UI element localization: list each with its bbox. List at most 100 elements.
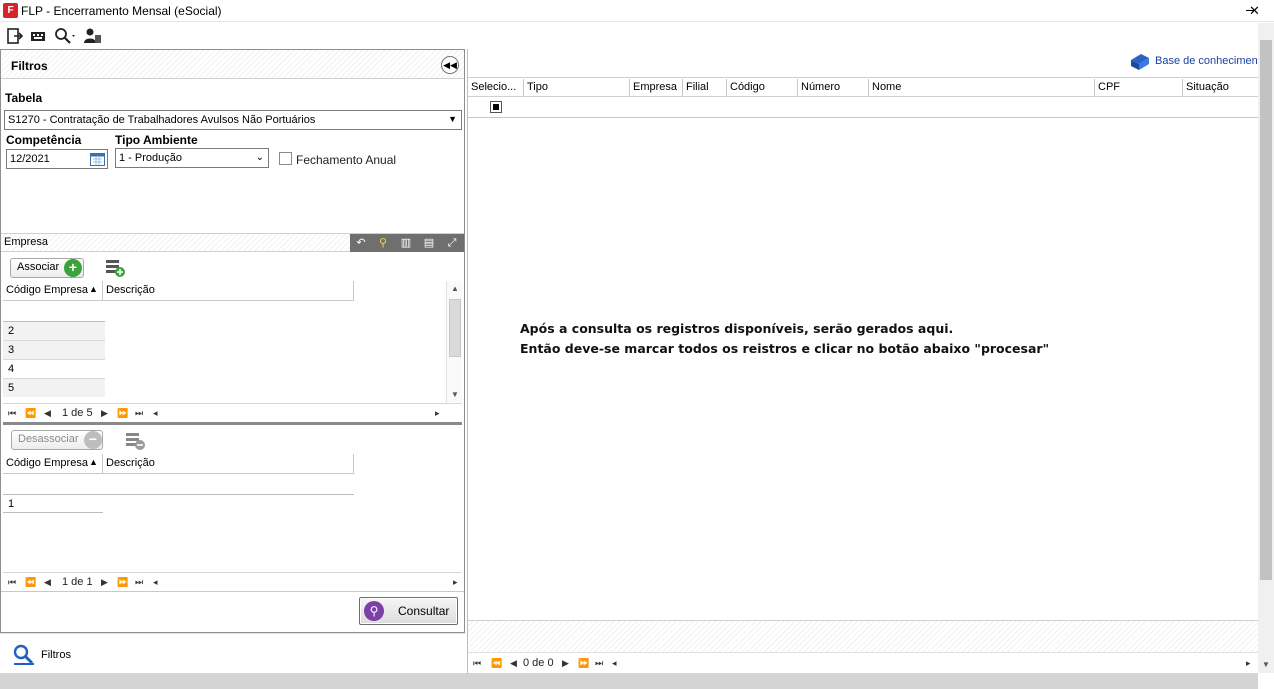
fechamento-anual-checkbox[interactable] <box>279 152 292 165</box>
knowledge-base-label: Base de conhecimento <box>1155 55 1267 67</box>
results-panel: Base de conhecimento Selecio... Tipo Emp… <box>467 49 1267 673</box>
user-settings-icon[interactable] <box>84 27 102 45</box>
columns-icon[interactable]: ▥ <box>398 236 414 250</box>
select-all-checkbox[interactable] <box>490 101 502 113</box>
search-dropdown-icon[interactable] <box>54 27 78 45</box>
scroll-left-icon[interactable]: ◂ <box>153 577 158 588</box>
sort-up-icon: ▲ <box>89 457 98 467</box>
collapse-panel-icon[interactable]: ◀◀ <box>441 56 459 74</box>
column-empresa[interactable]: Empresa <box>630 79 683 97</box>
table-row[interactable] <box>3 475 354 494</box>
prev-page-icon[interactable]: ◀ <box>44 408 51 419</box>
knowledge-base-link[interactable]: Base de conhecimento <box>1129 52 1267 74</box>
add-icon: + <box>64 259 82 277</box>
next-page-icon[interactable]: ▶ <box>101 577 108 588</box>
scroll-down-icon[interactable]: ▼ <box>451 390 459 399</box>
prev-page-icon[interactable]: ◀ <box>510 658 517 669</box>
prev-page-icon[interactable]: ◀ <box>44 577 51 588</box>
results-footer <box>468 620 1259 652</box>
table-icon[interactable]: ▤ <box>421 236 437 250</box>
competencia-field[interactable]: 12/2021 <box>6 149 108 169</box>
calendar-icon[interactable] <box>90 152 105 166</box>
info-message: Após a consulta os registros disponíveis… <box>520 319 1049 359</box>
table-row[interactable]: 5 <box>3 378 105 397</box>
divider <box>3 494 354 495</box>
column-descricao[interactable]: Descrição <box>103 454 354 474</box>
table-row[interactable] <box>3 302 105 321</box>
scroll-up-icon[interactable]: ▲ <box>451 284 459 293</box>
exit-icon[interactable] <box>6 27 24 45</box>
column-selecionar[interactable]: Selecio... <box>468 79 524 97</box>
undo-icon[interactable]: ↶ <box>353 236 369 250</box>
next-page-icon[interactable]: ▶ <box>101 408 108 419</box>
tabela-label: Tabela <box>5 91 43 105</box>
available-grid-body: 2 3 4 5 <box>3 302 105 398</box>
info-message-line-2: Então deve-se marcar todos os reistros e… <box>520 341 1050 356</box>
next-block-icon[interactable]: ⏩ <box>117 408 128 419</box>
scroll-thumb[interactable] <box>449 299 461 357</box>
page-indicator: 1 de 1 <box>62 576 93 588</box>
chevron-down-icon: ▼ <box>448 114 457 124</box>
column-cpf[interactable]: CPF <box>1095 79 1183 97</box>
add-list-icon[interactable] <box>105 258 127 278</box>
window-horizontal-scrollbar[interactable] <box>0 673 1258 689</box>
scroll-right-icon[interactable]: ▸ <box>453 577 458 588</box>
column-filial[interactable]: Filial <box>683 79 727 97</box>
search-icon[interactable]: ⚲ <box>375 236 391 250</box>
column-situacao[interactable]: Situação <box>1183 79 1259 97</box>
next-block-icon[interactable]: ⏩ <box>117 577 128 588</box>
scroll-left-icon[interactable]: ◂ <box>153 408 158 419</box>
scroll-right-icon[interactable]: ▸ <box>435 408 440 419</box>
window-title: FLP - Encerramento Mensal (eSocial) <box>21 4 222 18</box>
table-row[interactable]: 1 <box>3 494 103 513</box>
filters-tab-label: Filtros <box>41 649 71 661</box>
book-icon <box>1131 54 1149 70</box>
scroll-right-icon[interactable]: ▸ <box>1246 658 1251 669</box>
scroll-down-icon[interactable]: ▼ <box>1262 660 1270 669</box>
next-page-icon[interactable]: ▶ <box>562 658 569 669</box>
splitter-handle[interactable] <box>3 422 462 425</box>
last-page-icon[interactable]: ⏭ <box>135 408 143 419</box>
column-codigo-empresa[interactable]: Código Empresa ▲ <box>3 454 103 474</box>
next-block-icon[interactable]: ⏩ <box>578 658 589 669</box>
associar-button[interactable]: Associar + <box>10 258 84 278</box>
remove-list-icon[interactable] <box>125 431 147 451</box>
competencia-label: Competência <box>6 133 82 147</box>
consultar-button[interactable]: ⚲ Consultar <box>359 597 458 625</box>
first-page-icon[interactable]: ⏮ <box>8 577 16 588</box>
column-nome[interactable]: Nome <box>869 79 1095 97</box>
info-message-line-1: Após a consulta os registros disponíveis… <box>520 321 954 336</box>
prev-block-icon[interactable]: ⏪ <box>25 577 36 588</box>
scroll-left-icon[interactable]: ◂ <box>612 658 617 669</box>
desassociar-button[interactable]: Desassociar − <box>11 430 103 450</box>
first-page-icon[interactable]: ⏮ <box>473 658 481 669</box>
table-row[interactable]: 3 <box>3 340 105 359</box>
first-page-icon[interactable]: ⏮ <box>8 408 16 419</box>
associar-label: Associar <box>17 261 60 273</box>
column-tipo[interactable]: Tipo <box>524 79 630 97</box>
column-descricao[interactable]: Descrição <box>103 281 354 301</box>
filters-tab[interactable]: Filtros <box>0 633 465 673</box>
window-scroll-thumb[interactable] <box>1260 40 1272 580</box>
available-grid-scrollbar[interactable]: ▲ ▼ <box>446 281 462 403</box>
table-row[interactable]: 2 <box>3 321 105 340</box>
prev-block-icon[interactable]: ⏪ <box>491 658 502 669</box>
last-page-icon[interactable]: ⏭ <box>595 658 603 669</box>
consultar-label: Consultar <box>398 604 450 618</box>
prev-block-icon[interactable]: ⏪ <box>25 408 36 419</box>
page-indicator: 1 de 5 <box>62 407 93 419</box>
filters-panel: Filtros ◀◀ Tabela S1270 - Contratação de… <box>0 49 465 633</box>
column-numero[interactable]: Número <box>798 79 869 97</box>
close-icon[interactable]: ✕ <box>1249 3 1260 19</box>
tipo-ambiente-select[interactable]: 1 - Produção ⌄ <box>115 148 269 168</box>
title-bar: F FLP - Encerramento Mensal (eSocial) ✕ <box>0 0 1274 22</box>
associated-grid-pager: ⏮ ⏪ ◀ 1 de 1 ▶ ⏩ ⏭ ◂ ▸ <box>3 572 462 590</box>
expand-icon[interactable]: ⤢ <box>444 236 460 250</box>
column-codigo[interactable]: Código <box>727 79 798 97</box>
keyboard-icon[interactable] <box>30 27 48 45</box>
last-page-icon[interactable]: ⏭ <box>135 577 143 588</box>
column-codigo-empresa[interactable]: Código Empresa ▲ <box>3 281 103 301</box>
desassociar-label: Desassociar <box>18 433 79 445</box>
tabela-select[interactable]: S1270 - Contratação de Trabalhadores Avu… <box>4 110 462 130</box>
table-row[interactable]: 4 <box>3 359 105 378</box>
